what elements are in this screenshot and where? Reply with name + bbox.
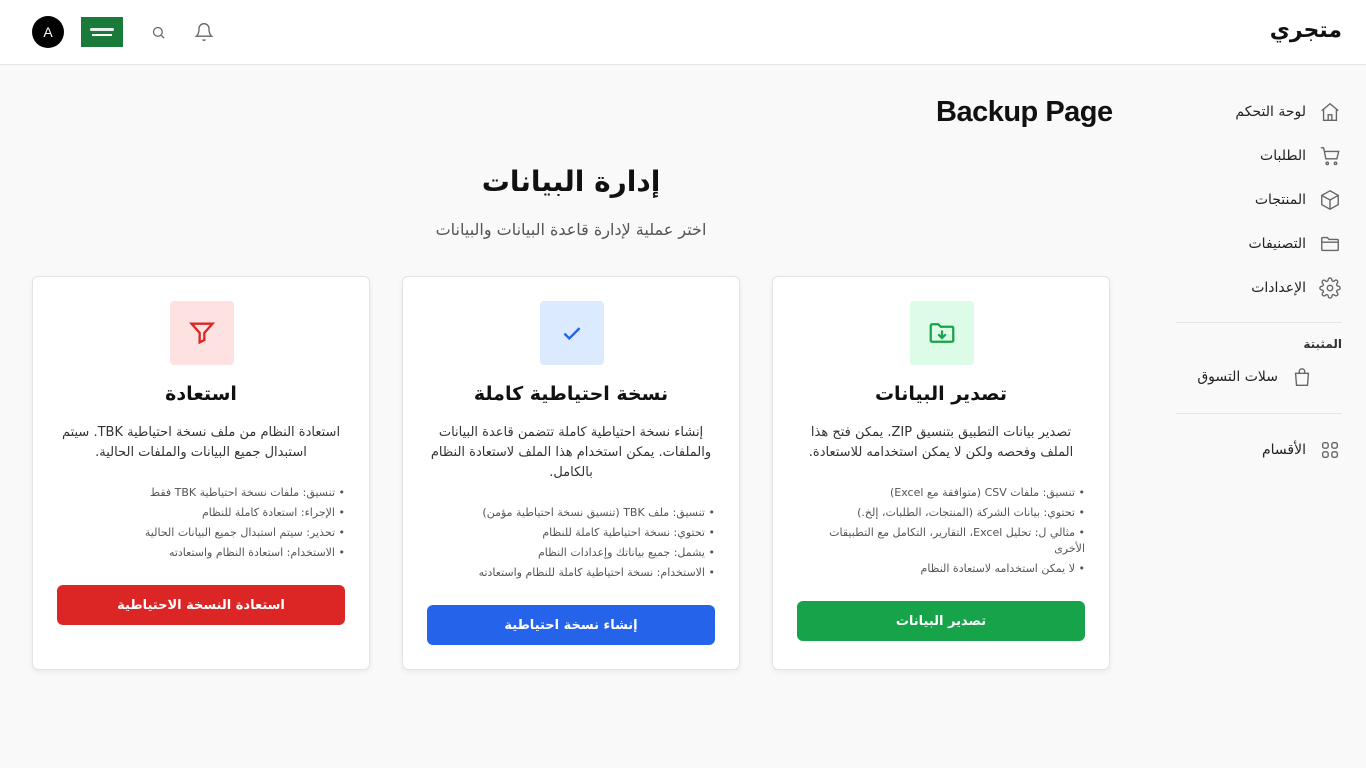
list-item: تنسيق: ملف TBK (تنسيق نسخة احتياطية مؤمن… bbox=[427, 503, 715, 523]
list-item: الاستخدام: نسخة احتياطية كاملة للنظام وا… bbox=[427, 563, 715, 583]
check-icon bbox=[540, 301, 604, 365]
gear-icon bbox=[1318, 276, 1342, 300]
shopping-bag-icon bbox=[1290, 365, 1314, 389]
search-icon[interactable] bbox=[146, 20, 170, 44]
sidebar-section-heading: المثبتة bbox=[1303, 337, 1342, 351]
list-item: الاستخدام: استعادة النظام واستعادته bbox=[57, 543, 345, 563]
list-item: يشمل: جميع بياناتك وإعدادات النظام bbox=[427, 543, 715, 563]
sidebar-item-sections[interactable]: الأقسام bbox=[1176, 428, 1342, 472]
create-backup-button[interactable]: إنشاء نسخة احتياطية bbox=[427, 605, 715, 645]
box-icon bbox=[1318, 188, 1342, 212]
sidebar-item-products[interactable]: المنتجات bbox=[1176, 178, 1342, 222]
list-item: تنسيق: ملفات نسخة احتياطية TBK فقط bbox=[57, 483, 345, 503]
brand-title[interactable]: متجري bbox=[1270, 18, 1342, 43]
list-item: لا يمكن استخدامه لاستعادة النظام bbox=[797, 559, 1085, 579]
sidebar-item-settings[interactable]: الإعدادات bbox=[1176, 266, 1342, 310]
list-item: تحتوي: نسخة احتياطية كاملة للنظام bbox=[427, 523, 715, 543]
section-subtitle: اختر عملية لإدارة قاعدة البيانات والبيان… bbox=[435, 220, 707, 239]
sidebar-item-label: سلات التسوق bbox=[1197, 369, 1278, 385]
filter-icon bbox=[170, 301, 234, 365]
home-icon bbox=[1318, 100, 1342, 124]
list-item: تحذير: سيتم استبدال جميع البيانات الحالي… bbox=[57, 523, 345, 543]
export-card: تصدير البيانات تصدير بيانات التطبيق بتنس… bbox=[772, 276, 1110, 670]
card-bullets: تنسيق: ملفات CSV (متوافقة مع Excel) تحتو… bbox=[797, 483, 1085, 579]
card-title: استعادة bbox=[165, 383, 237, 405]
list-item: تحتوي: بيانات الشركة (المنتجات، الطلبات،… bbox=[797, 503, 1085, 523]
sidebar-item-orders[interactable]: الطلبات bbox=[1176, 134, 1342, 178]
top-bar: A متجري bbox=[0, 0, 1366, 65]
list-item: الإجراء: استعادة كاملة للنظام bbox=[57, 503, 345, 523]
avatar[interactable]: A bbox=[32, 16, 64, 48]
restore-card: استعادة استعادة النظام من ملف نسخة احتيا… bbox=[32, 276, 370, 670]
folder-download-icon bbox=[910, 301, 974, 365]
section-title: إدارة البيانات bbox=[481, 165, 661, 198]
list-item: مثالي ل: تحليل Excel، التقارير، التكامل … bbox=[797, 525, 1085, 557]
sidebar-item-dashboard[interactable]: لوحة التحكم bbox=[1176, 90, 1342, 134]
full-backup-card: نسخة احتياطية كاملة إنشاء نسخة احتياطية … bbox=[402, 276, 740, 670]
bell-icon[interactable] bbox=[192, 20, 216, 44]
restore-backup-button[interactable]: استعادة النسخة الاحتياطية bbox=[57, 585, 345, 625]
list-item: تنسيق: ملفات CSV (متوافقة مع Excel) bbox=[797, 483, 1085, 503]
sidebar-item-shopping-carts[interactable]: سلات التسوق bbox=[1176, 355, 1342, 399]
sidebar: لوحة التحكم الطلبات المنتجات التصنيفات ا… bbox=[1176, 90, 1342, 472]
card-title: نسخة احتياطية كاملة bbox=[473, 383, 669, 405]
sidebar-item-label: الطلبات bbox=[1260, 148, 1306, 164]
saudi-flag-icon[interactable] bbox=[81, 17, 123, 47]
sidebar-divider bbox=[1176, 413, 1342, 414]
cart-icon bbox=[1318, 144, 1342, 168]
sidebar-item-categories[interactable]: التصنيفات bbox=[1176, 222, 1342, 266]
sidebar-item-label: الأقسام bbox=[1262, 442, 1306, 458]
export-data-button[interactable]: تصدير البيانات bbox=[797, 601, 1085, 641]
sidebar-item-label: لوحة التحكم bbox=[1235, 104, 1306, 120]
sidebar-divider bbox=[1176, 322, 1342, 323]
avatar-letter: A bbox=[43, 24, 53, 40]
card-description: تصدير بيانات التطبيق بتنسيق ZIP. يمكن فت… bbox=[808, 425, 1074, 460]
folder-icon bbox=[1318, 232, 1342, 256]
grid-icon bbox=[1318, 438, 1342, 462]
card-title: تصدير البيانات bbox=[874, 383, 1008, 405]
card-bullets: تنسيق: ملفات نسخة احتياطية TBK فقط الإجر… bbox=[57, 483, 345, 563]
card-description: استعادة النظام من ملف نسخة احتياطية TBK.… bbox=[61, 425, 341, 460]
sidebar-item-label: المنتجات bbox=[1254, 192, 1306, 208]
sidebar-item-label: الإعدادات bbox=[1251, 280, 1306, 296]
card-description: إنشاء نسخة احتياطية كاملة تتضمن قاعدة ال… bbox=[430, 425, 712, 480]
card-bullets: تنسيق: ملف TBK (تنسيق نسخة احتياطية مؤمن… bbox=[427, 503, 715, 583]
sidebar-item-label: التصنيفات bbox=[1248, 236, 1307, 252]
page-title: Backup Page bbox=[936, 96, 1113, 128]
